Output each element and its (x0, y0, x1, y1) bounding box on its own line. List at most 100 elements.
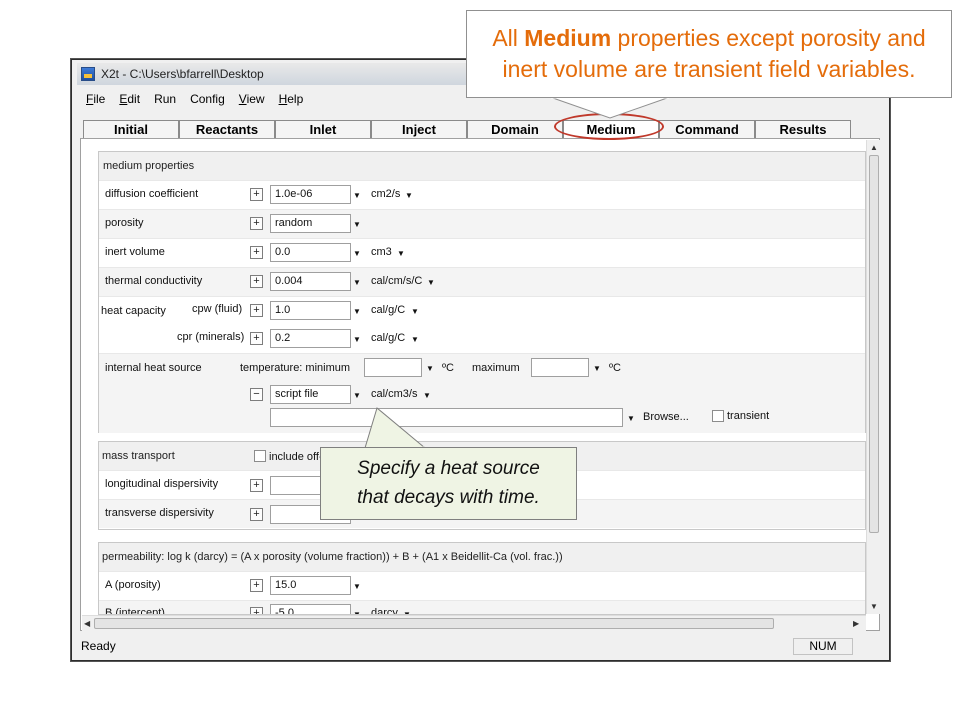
perm-b-expand-button[interactable]: + (250, 607, 263, 614)
perm-b-field[interactable]: -5.0 (270, 604, 351, 614)
perm-b-row: B (intercept) + -5.0 ▼ darcy ▼ (99, 600, 865, 614)
porosity-expand-button[interactable]: + (250, 217, 263, 230)
scroll-down-icon[interactable]: ▼ (870, 602, 878, 611)
heat-source-collapse-button[interactable]: − (250, 388, 263, 401)
tab-results[interactable]: Results (755, 120, 851, 138)
longitudinal-label: longitudinal dispersivity (105, 478, 219, 490)
temperature-maximum-arrow[interactable]: ▼ (593, 364, 601, 373)
heat-source-unit[interactable]: cal/cm3/s (371, 388, 417, 400)
inert-volume-field[interactable]: 0.0 (270, 243, 351, 262)
transverse-expand-button[interactable]: + (250, 508, 263, 521)
longitudinal-expand-button[interactable]: + (250, 479, 263, 492)
scroll-up-icon[interactable]: ▲ (870, 143, 878, 152)
heat-source-mode-select[interactable]: script file (270, 385, 351, 404)
menu-view[interactable]: View (232, 92, 272, 106)
include-off-diagonal-checkbox[interactable] (254, 450, 266, 462)
num-lock-indicator: NUM (793, 638, 853, 655)
menu-file[interactable]: File (79, 92, 112, 106)
cpw-label: cpw (fluid) (192, 303, 243, 315)
porosity-row: porosity + random ▼ (99, 209, 865, 238)
scroll-right-icon[interactable]: ▶ (853, 619, 859, 628)
cpw-dropdown-arrow[interactable]: ▼ (353, 307, 361, 316)
inert-volume-unit[interactable]: cm3 (371, 246, 392, 258)
porosity-field[interactable]: random (270, 214, 351, 233)
vertical-scrollbar[interactable]: ▲ ▼ (866, 140, 880, 614)
temperature-minimum-label: temperature: minimum (240, 362, 351, 374)
inert-volume-expand-button[interactable]: + (250, 246, 263, 259)
permeability-title: permeability: log k (darcy) = (A x poros… (99, 543, 865, 571)
tab-initial[interactable]: Initial (83, 120, 179, 138)
perm-a-label: A (porosity) (105, 579, 161, 591)
heat-capacity-fluid-row: heat capacity cpw (fluid) + 1.0 ▼ cal/g/… (99, 296, 865, 325)
cpw-unit[interactable]: cal/g/C (371, 304, 405, 316)
thermal-conductivity-expand-button[interactable]: + (250, 275, 263, 288)
tab-strip: Initial Reactants Inlet Inject Domain Me… (83, 120, 851, 139)
diffusion-label: diffusion coefficient (105, 188, 199, 200)
script-file-path-field[interactable] (270, 408, 623, 427)
tab-inject[interactable]: Inject (371, 120, 467, 138)
cpr-unit-arrow[interactable]: ▼ (411, 335, 419, 344)
diffusion-dropdown-arrow[interactable]: ▼ (353, 191, 361, 200)
script-file-path-arrow[interactable]: ▼ (627, 414, 635, 423)
diffusion-unit[interactable]: cm2/s (371, 188, 400, 200)
inert-volume-unit-arrow[interactable]: ▼ (397, 249, 405, 258)
inert-volume-row: inert volume + 0.0 ▼ cm3 ▼ (99, 238, 865, 267)
window-title: X2t - C:\Users\bfarrell\Desktop (101, 67, 264, 81)
temperature-maximum-label: maximum (472, 362, 520, 374)
cpr-field[interactable]: 0.2 (270, 329, 351, 348)
heat-source-unit-arrow[interactable]: ▼ (423, 391, 431, 400)
perm-a-field[interactable]: 15.0 (270, 576, 351, 595)
cpr-expand-button[interactable]: + (250, 332, 263, 345)
thermal-conductivity-dropdown-arrow[interactable]: ▼ (353, 278, 361, 287)
app-icon (81, 67, 95, 81)
tab-domain[interactable]: Domain (467, 120, 563, 138)
scroll-left-icon[interactable]: ◀ (84, 619, 90, 628)
tab-inlet[interactable]: Inlet (275, 120, 371, 138)
horizontal-scroll-thumb[interactable] (94, 618, 774, 629)
temperature-maximum-field[interactable] (531, 358, 589, 377)
diffusion-expand-button[interactable]: + (250, 188, 263, 201)
temperature-minimum-field[interactable] (364, 358, 422, 377)
menu-edit[interactable]: Edit (112, 92, 147, 106)
porosity-dropdown-arrow[interactable]: ▼ (353, 220, 361, 229)
transient-label: transient (727, 410, 770, 422)
menu-run[interactable]: Run (147, 92, 183, 106)
perm-b-unit[interactable]: darcy (371, 607, 398, 614)
inert-volume-dropdown-arrow[interactable]: ▼ (353, 249, 361, 258)
temperature-maximum-unit: ºC (609, 362, 621, 374)
tab-reactants[interactable]: Reactants (179, 120, 275, 138)
tab-command[interactable]: Command (659, 120, 755, 138)
include-off-diagonal-label: include off- (269, 451, 323, 463)
horizontal-scrollbar[interactable]: ◀ ▶ (82, 615, 866, 631)
callout-bottom-pointer (364, 407, 427, 449)
diffusion-unit-arrow[interactable]: ▼ (405, 191, 413, 200)
status-bar: Ready NUM (79, 637, 883, 657)
medium-properties-group: medium properties diffusion coefficient … (98, 151, 866, 433)
browse-button[interactable]: Browse... (643, 411, 689, 423)
cpw-expand-button[interactable]: + (250, 304, 263, 317)
perm-a-dropdown-arrow[interactable]: ▼ (353, 582, 361, 591)
vertical-scroll-thumb[interactable] (869, 155, 879, 533)
temperature-minimum-arrow[interactable]: ▼ (426, 364, 434, 373)
cpr-dropdown-arrow[interactable]: ▼ (353, 335, 361, 344)
heat-capacity-label: heat capacity (101, 305, 166, 317)
thermal-conductivity-row: thermal conductivity + 0.004 ▼ cal/cm/s/… (99, 267, 865, 296)
transient-checkbox[interactable] (712, 410, 724, 422)
tab-content-panel: medium properties diffusion coefficient … (80, 138, 880, 631)
callout-bottom: Specify a heat source that decays with t… (320, 447, 577, 520)
callout-top-line2: inert volume are transient field variabl… (502, 56, 916, 82)
callout-top: All Medium properties except porosity an… (466, 10, 952, 98)
cpw-field[interactable]: 1.0 (270, 301, 351, 320)
thermal-conductivity-label: thermal conductivity (105, 275, 203, 287)
thermal-conductivity-unit[interactable]: cal/cm/s/C (371, 275, 422, 287)
heat-source-mode-arrow[interactable]: ▼ (353, 391, 361, 400)
perm-a-expand-button[interactable]: + (250, 579, 263, 592)
menu-config[interactable]: Config (183, 92, 232, 106)
thermal-conductivity-unit-arrow[interactable]: ▼ (427, 278, 435, 287)
menu-help[interactable]: Help (272, 92, 311, 106)
cpw-unit-arrow[interactable]: ▼ (411, 307, 419, 316)
diffusion-field[interactable]: 1.0e-06 (270, 185, 351, 204)
thermal-conductivity-field[interactable]: 0.004 (270, 272, 351, 291)
transverse-label: transverse dispersivity (105, 507, 214, 519)
cpr-unit[interactable]: cal/g/C (371, 332, 405, 344)
